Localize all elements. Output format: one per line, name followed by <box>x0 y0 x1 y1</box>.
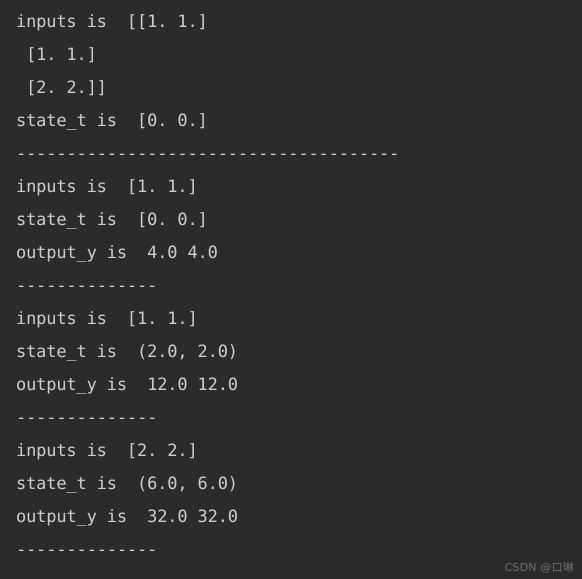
console-text-line: inputs is [1. 1.] <box>16 177 198 197</box>
console-line-list: inputs is [[1. 1.] [1. 1.] [2. 2.]] state… <box>16 6 582 567</box>
console-output-panel: inputs is [[1. 1.] [1. 1.] [2. 2.]] state… <box>0 0 582 579</box>
console-separator-line: -------------------------------------- <box>16 144 400 164</box>
console-separator-line: -------------- <box>16 276 158 296</box>
console-text-line: state_t is [0. 0.] <box>16 210 208 230</box>
csdn-watermark: CSDN @口琳 <box>504 561 574 574</box>
console-text-line: inputs is [1. 1.] <box>16 309 198 329</box>
console-text-line: [1. 1.] <box>16 45 97 65</box>
console-text-line: inputs is [[1. 1.] <box>16 12 208 32</box>
console-text-line: inputs is [2. 2.] <box>16 441 198 461</box>
console-text-line: state_t is (6.0, 6.0) <box>16 474 238 494</box>
console-text-line: [2. 2.]] <box>16 78 107 98</box>
console-text-line: output_y is 12.0 12.0 <box>16 375 238 395</box>
console-text-line: state_t is [0. 0.] <box>16 111 208 131</box>
console-text-line: output_y is 32.0 32.0 <box>16 507 238 527</box>
console-text-line: state_t is (2.0, 2.0) <box>16 342 238 362</box>
console-separator-line: -------------- <box>16 408 158 428</box>
console-text-line: output_y is 4.0 4.0 <box>16 243 218 263</box>
console-separator-line: -------------- <box>16 540 158 560</box>
